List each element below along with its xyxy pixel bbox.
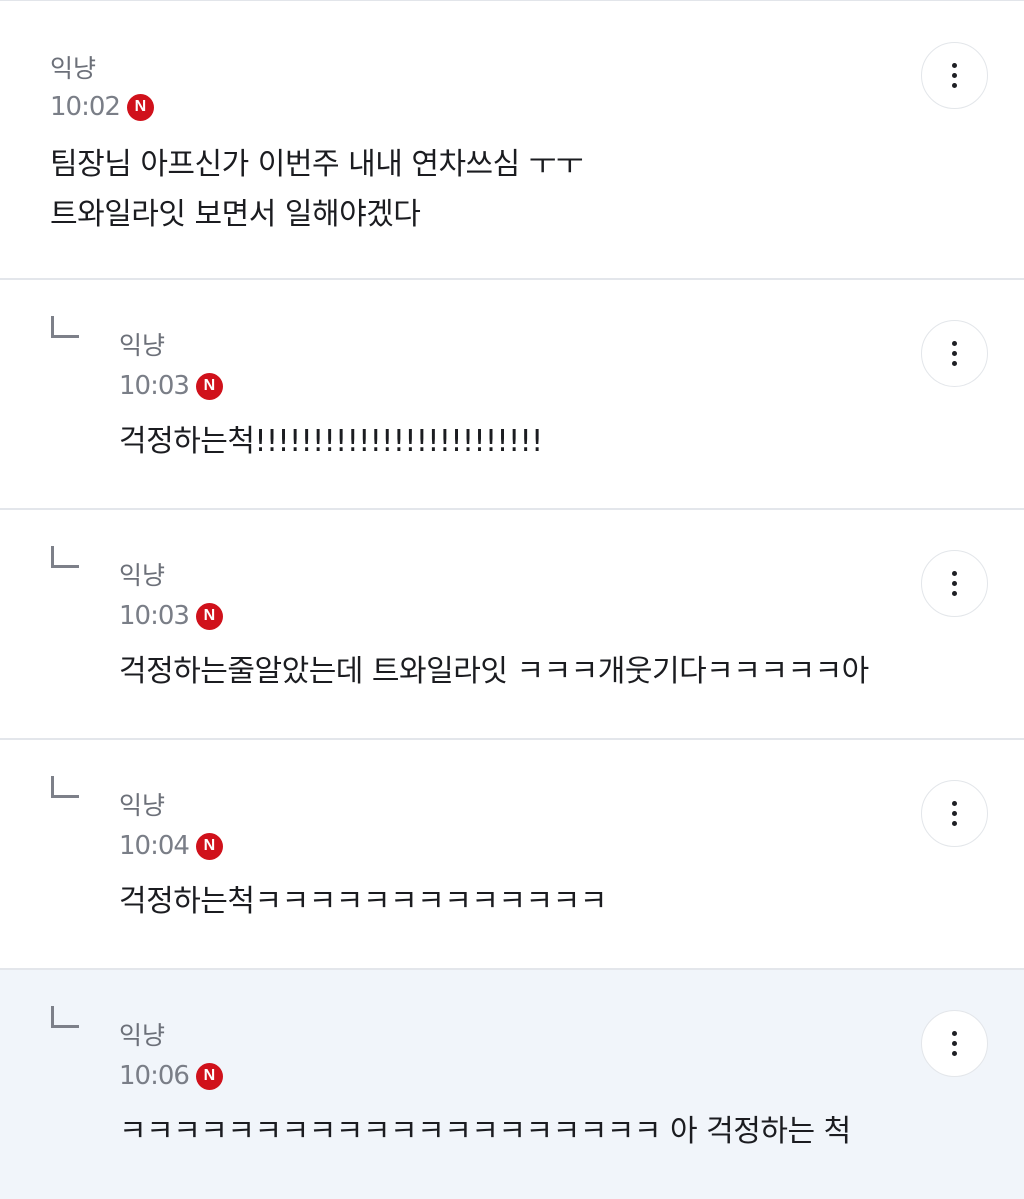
reply-arrow-icon — [51, 316, 79, 338]
comment-time: 10:02 — [50, 92, 121, 122]
reply-arrow-icon — [51, 776, 79, 798]
comment-time: 10:04 — [119, 831, 190, 861]
more-options-button[interactable] — [921, 1010, 988, 1077]
more-options-button[interactable] — [921, 42, 988, 109]
more-options-button[interactable] — [921, 780, 988, 847]
new-badge-icon: N — [195, 832, 223, 860]
more-vertical-icon — [952, 1031, 957, 1036]
comment-text: 걱정하는척!!!!!!!!!!!!!!!!!!!!!!!!! — [119, 424, 543, 459]
more-options-button[interactable] — [921, 550, 988, 617]
new-badge-icon: N — [195, 602, 223, 630]
more-vertical-icon — [952, 341, 957, 346]
reply-item: 익냥 10:04 N 걱정하는척ㅋㅋㅋㅋㅋㅋㅋㅋㅋㅋㅋㅋㅋ — [0, 740, 1024, 970]
comment-author: 익냥 — [119, 1021, 166, 1050]
comment-text: 걱정하는줄알았는데 트와일라잇 ㅋㅋㅋ개웃기다ㅋㅋㅋㅋㅋ아 — [119, 654, 869, 689]
comment-text: 걱정하는척ㅋㅋㅋㅋㅋㅋㅋㅋㅋㅋㅋㅋㅋ — [119, 884, 607, 919]
more-vertical-icon — [952, 63, 957, 68]
reply-item: 익냥 10:03 N 걱정하는줄알았는데 트와일라잇 ㅋㅋㅋ개웃기다ㅋㅋㅋㅋㅋ아 — [0, 510, 1024, 740]
comment-time: 10:03 — [119, 371, 190, 401]
new-badge-icon: N — [126, 93, 154, 121]
comment-time: 10:06 — [119, 1061, 190, 1091]
comment-meta: 10:04 N — [119, 831, 223, 861]
comment-meta: 10:03 N — [119, 371, 223, 401]
more-vertical-icon — [952, 801, 957, 806]
new-badge-icon: N — [195, 372, 223, 400]
reply-arrow-icon — [51, 546, 79, 568]
comment-list: 익냥 10:02 N 팀장님 아프신가 이번주 내내 연차쓰심 ㅜㅜ 트와일라잇… — [0, 0, 1024, 1199]
more-vertical-icon — [952, 571, 957, 576]
new-badge-icon: N — [195, 1062, 223, 1090]
comment-author: 익냥 — [50, 54, 97, 83]
comment-text: 팀장님 아프신가 이번주 내내 연차쓰심 ㅜㅜ 트와일라잇 보면서 일해야겠다 — [50, 147, 583, 232]
reply-item: 익냥 10:03 N 걱정하는척!!!!!!!!!!!!!!!!!!!!!!!!… — [0, 280, 1024, 510]
comment-meta: 10:02 N — [50, 92, 154, 122]
reply-item-highlighted: 익냥 10:06 N ㅋㅋㅋㅋㅋㅋㅋㅋㅋㅋㅋㅋㅋㅋㅋㅋㅋㅋㅋㅋ 아 걱정하는 척 — [0, 970, 1024, 1199]
comment-item: 익냥 10:02 N 팀장님 아프신가 이번주 내내 연차쓰심 ㅜㅜ 트와일라잇… — [0, 2, 1024, 280]
comment-time: 10:03 — [119, 601, 190, 631]
comment-author: 익냥 — [119, 791, 166, 820]
comment-author: 익냥 — [119, 561, 166, 590]
comment-meta: 10:03 N — [119, 601, 223, 631]
comment-meta: 10:06 N — [119, 1061, 223, 1091]
comment-author: 익냥 — [119, 331, 166, 360]
more-options-button[interactable] — [921, 320, 988, 387]
reply-arrow-icon — [51, 1006, 79, 1028]
comment-text: ㅋㅋㅋㅋㅋㅋㅋㅋㅋㅋㅋㅋㅋㅋㅋㅋㅋㅋㅋㅋ 아 걱정하는 척 — [119, 1114, 851, 1149]
